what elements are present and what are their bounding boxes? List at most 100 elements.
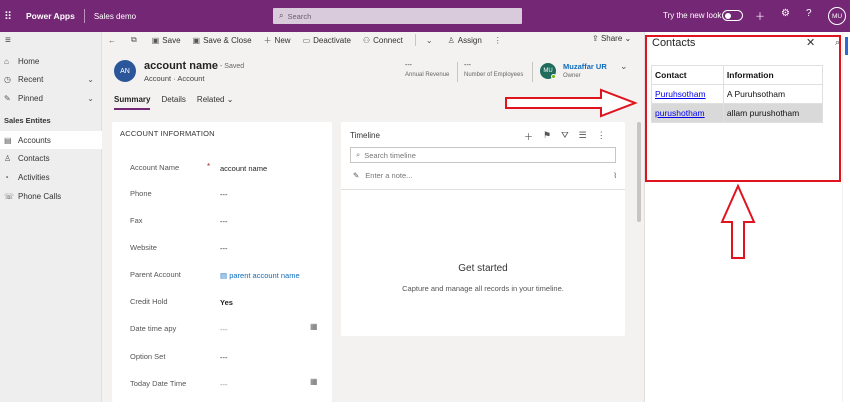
filter-icon[interactable]: ⛛ [561, 130, 569, 143]
table-header-row: Contact Information [651, 65, 824, 85]
share-button[interactable]: ⇪ Share ⌄ [592, 34, 631, 43]
sidebar-item-recent[interactable]: ◷ Recent ⌄ [0, 70, 102, 88]
save-close-button[interactable]: ▣ Save & Close [193, 36, 252, 45]
contacts-side-panel: Contacts ✕ Contact Information Puruhsoth… [644, 32, 842, 402]
new-look-toggle[interactable] [722, 10, 743, 21]
form-scrollbar[interactable] [637, 122, 641, 222]
back-button[interactable]: ← [108, 36, 119, 45]
field-label: Date time apy [130, 324, 177, 333]
field-credit-hold: Credit Hold Yes [112, 293, 332, 313]
help-icon[interactable]: ? [806, 8, 812, 19]
connect-dropdown-button[interactable]: ⌄ [426, 36, 436, 45]
annual-revenue-field: --- Annual Revenue [405, 62, 449, 78]
save-close-label: Save & Close [203, 35, 252, 45]
field-phone: Phone --- [112, 185, 332, 205]
close-icon[interactable]: ✕ [806, 36, 815, 49]
website-input[interactable]: --- [220, 244, 228, 253]
chevron-down-icon: ⌄ [87, 93, 94, 103]
deactivate-button[interactable]: ▭ Deactivate [303, 36, 351, 45]
record-header: AN account name - Saved Account · Accoun… [102, 52, 642, 118]
sidebar-group-label: Sales Entites [4, 116, 51, 125]
gear-icon[interactable]: ⚙ [781, 8, 790, 19]
user-avatar[interactable]: MU [828, 7, 846, 25]
sidebar-item-label: Recent [18, 74, 44, 84]
employees-label: Number of Employees [464, 72, 524, 78]
more-vertical-icon[interactable]: ⋮ [597, 130, 606, 143]
record-subtitle[interactable]: Account · Account [144, 74, 204, 83]
section-title: ACCOUNT INFORMATION [120, 129, 215, 138]
record-avatar: AN [114, 60, 136, 82]
table-row[interactable]: Puruhsotham A Puruhsotham [651, 84, 824, 104]
presence-status-icon [551, 74, 556, 79]
tab-related[interactable]: Related ⌄ [197, 95, 234, 110]
field-label: Today Date Time [130, 379, 187, 388]
sidebar-item-accounts[interactable]: ▤ Accounts [0, 131, 102, 149]
account-name-input[interactable]: account name [220, 164, 267, 173]
record-title: account name [144, 60, 218, 72]
option-set-select[interactable]: --- [220, 353, 228, 362]
field-date-time-apy: Date time apy --- ▦ [112, 320, 332, 340]
contact-link[interactable]: Puruhsotham [655, 89, 706, 99]
date-time-apy-input[interactable]: --- [220, 325, 228, 334]
calendar-icon[interactable]: ▦ [310, 377, 318, 386]
plus-icon[interactable]: ＋ [524, 130, 533, 143]
sidebar-item-activities[interactable]: ◔ Activities [0, 168, 102, 186]
owner-name-link[interactable]: Muzaffar UR [563, 62, 607, 71]
information-cell: allam purushotham [722, 103, 824, 123]
contacts-table: Contact Information Puruhsotham A Puruhs… [651, 65, 824, 123]
tab-related-label: Related [196, 95, 225, 104]
account-lookup-icon: ▤ [220, 271, 228, 280]
field-account-name: Account Name * account name [112, 159, 332, 179]
chevron-down-icon[interactable]: ⌄ [620, 61, 628, 72]
save-status: - Saved [220, 63, 245, 70]
note-input[interactable]: ✎ Enter a note... ⌇ [353, 171, 617, 180]
field-parent-account: Parent Account ▤ parent account name [112, 266, 332, 286]
contact-cell: Puruhsotham [651, 84, 724, 104]
timeline-title: Timeline [350, 131, 380, 140]
parent-account-lookup[interactable]: ▤ parent account name [220, 271, 300, 280]
app-name[interactable]: Power Apps [26, 11, 75, 21]
field-label: Parent Account [130, 270, 181, 279]
attachment-icon[interactable]: ⌇ [613, 171, 617, 180]
assign-button[interactable]: ♙ Assign [448, 36, 482, 45]
sidebar-item-home[interactable]: ⌂ Home [0, 52, 102, 70]
app-launcher-icon[interactable]: ⠿ [4, 10, 22, 23]
phone-input[interactable]: --- [220, 190, 228, 199]
save-button[interactable]: ▣ Save [152, 36, 181, 45]
phone-icon: ☏ [4, 191, 15, 201]
deactivate-label: Deactivate [313, 35, 351, 45]
calendar-icon[interactable]: ▦ [310, 322, 318, 331]
plus-icon[interactable]: ＋ [755, 8, 765, 23]
sidebar-item-phone-calls[interactable]: ☏ Phone Calls [0, 187, 102, 205]
open-new-window-button[interactable]: ⧉ [131, 35, 140, 45]
tab-summary[interactable]: Summary [114, 95, 151, 110]
contact-link[interactable]: purushotham [655, 108, 705, 118]
environment-name[interactable]: Sales demo [94, 12, 136, 21]
connect-button[interactable]: ⚇ Connect [363, 36, 403, 45]
search-icon[interactable]: ⌕ [835, 37, 840, 48]
bookmark-icon[interactable]: ⚑ [543, 130, 551, 143]
tab-details[interactable]: Details [161, 95, 185, 110]
timeline-search-input[interactable]: ⌕ Search timeline [350, 147, 616, 163]
global-search-input[interactable]: ⌕ Search [273, 8, 522, 24]
parent-account-link[interactable]: parent account name [229, 271, 299, 280]
divider [532, 62, 533, 82]
sidebar-item-contacts[interactable]: ♙ Contacts [0, 149, 102, 167]
sidebar-item-pinned[interactable]: ✎ Pinned ⌄ [0, 89, 102, 107]
chevron-down-icon: ⌄ [226, 95, 234, 104]
credit-hold-toggle[interactable]: Yes [220, 298, 233, 307]
divider [457, 62, 458, 82]
column-header-information: Information [722, 65, 824, 85]
fax-input[interactable]: --- [220, 217, 228, 226]
divider [83, 9, 85, 23]
list-icon[interactable]: ☰ [579, 130, 587, 143]
hamburger-menu-icon[interactable]: ≡ [5, 35, 11, 46]
more-commands-button[interactable]: ⋮ [494, 36, 505, 45]
today-date-time-input[interactable]: --- [220, 380, 228, 389]
new-button[interactable]: ＋ New [264, 35, 291, 46]
table-row[interactable]: purushotham allam purushotham [651, 103, 824, 123]
share-icon: ⇪ [592, 34, 599, 43]
contacts-panel-title: Contacts [652, 37, 696, 49]
clock-icon: ◷ [4, 74, 11, 84]
divider [414, 34, 416, 46]
